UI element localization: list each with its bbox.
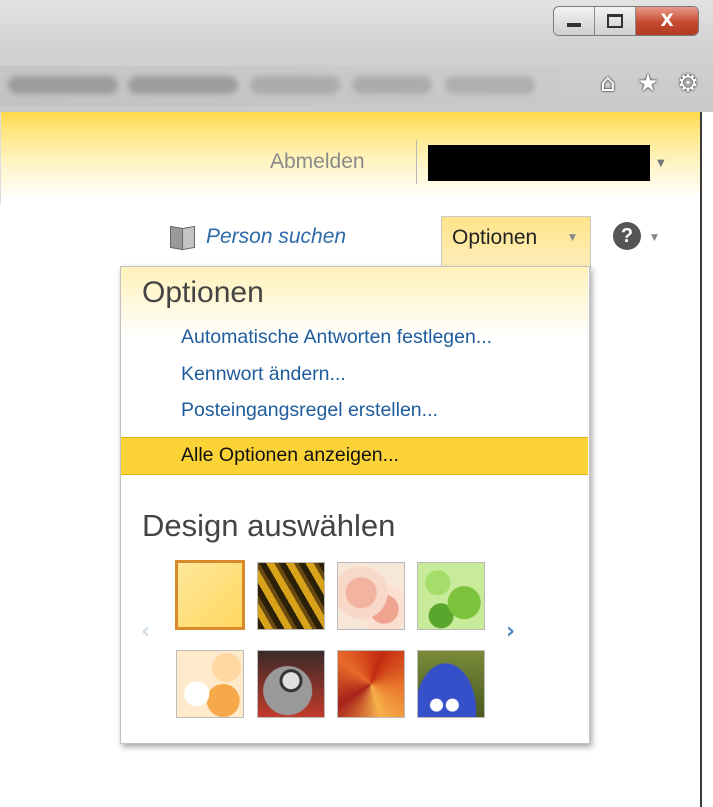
signout-link[interactable]: Abmelden: [270, 150, 365, 174]
menu-title: Optionen: [142, 276, 264, 309]
address-book-icon: [168, 224, 196, 251]
all-options-label[interactable]: Alle Optionen anzeigen...: [181, 444, 399, 467]
home-icon[interactable]: ⌂: [595, 69, 621, 97]
theme-bubbles[interactable]: [176, 650, 244, 718]
star-icon[interactable]: ★: [635, 69, 661, 97]
close-icon: X: [660, 11, 674, 31]
theme-monster[interactable]: [417, 650, 485, 718]
close-button[interactable]: X: [636, 7, 698, 35]
change-password-link[interactable]: Kennwort ändern...: [181, 363, 346, 386]
gear-icon[interactable]: ⚙: [675, 69, 701, 97]
blurred-tab: [128, 76, 238, 94]
chevron-down-icon[interactable]: ▼: [657, 158, 665, 169]
theme-robot[interactable]: [257, 650, 325, 718]
blurred-tab: [8, 76, 118, 94]
blurred-tab: [445, 76, 535, 94]
header-divider: [416, 140, 417, 184]
chevron-down-icon[interactable]: ▼: [569, 233, 576, 243]
browser-toolbar-icons: ⌂ ★ ⚙: [595, 69, 701, 97]
maximize-button[interactable]: [595, 7, 636, 35]
chevron-down-icon[interactable]: ▼: [651, 233, 658, 243]
find-person-button[interactable]: Person suchen: [168, 224, 347, 251]
help-icon[interactable]: ?: [613, 222, 641, 250]
minimize-button[interactable]: [554, 7, 595, 35]
auto-replies-link[interactable]: Automatische Antworten festlegen...: [181, 326, 492, 349]
options-tab-label[interactable]: Optionen: [452, 226, 537, 250]
redacted-user-name[interactable]: [428, 145, 650, 181]
design-section-title: Design auswählen: [142, 508, 396, 543]
theme-blossom[interactable]: [337, 562, 405, 630]
theme-leaves[interactable]: [417, 562, 485, 630]
minimize-icon: [567, 23, 581, 27]
find-person-label: Person suchen: [206, 225, 347, 248]
theme-tiger[interactable]: [257, 562, 325, 630]
maximize-icon: [607, 14, 623, 28]
blurred-tab: [250, 76, 340, 94]
create-inbox-rule-link[interactable]: Posteingangsregel erstellen...: [181, 399, 438, 422]
theme-yellow[interactable]: [175, 560, 245, 630]
chevron-right-icon[interactable]: ›: [506, 619, 515, 644]
theme-autumn[interactable]: [337, 650, 405, 718]
blurred-tab: [352, 76, 432, 94]
window-controls: X: [553, 6, 699, 36]
chevron-left-icon[interactable]: ‹: [141, 619, 150, 644]
window-edge: [700, 112, 702, 807]
